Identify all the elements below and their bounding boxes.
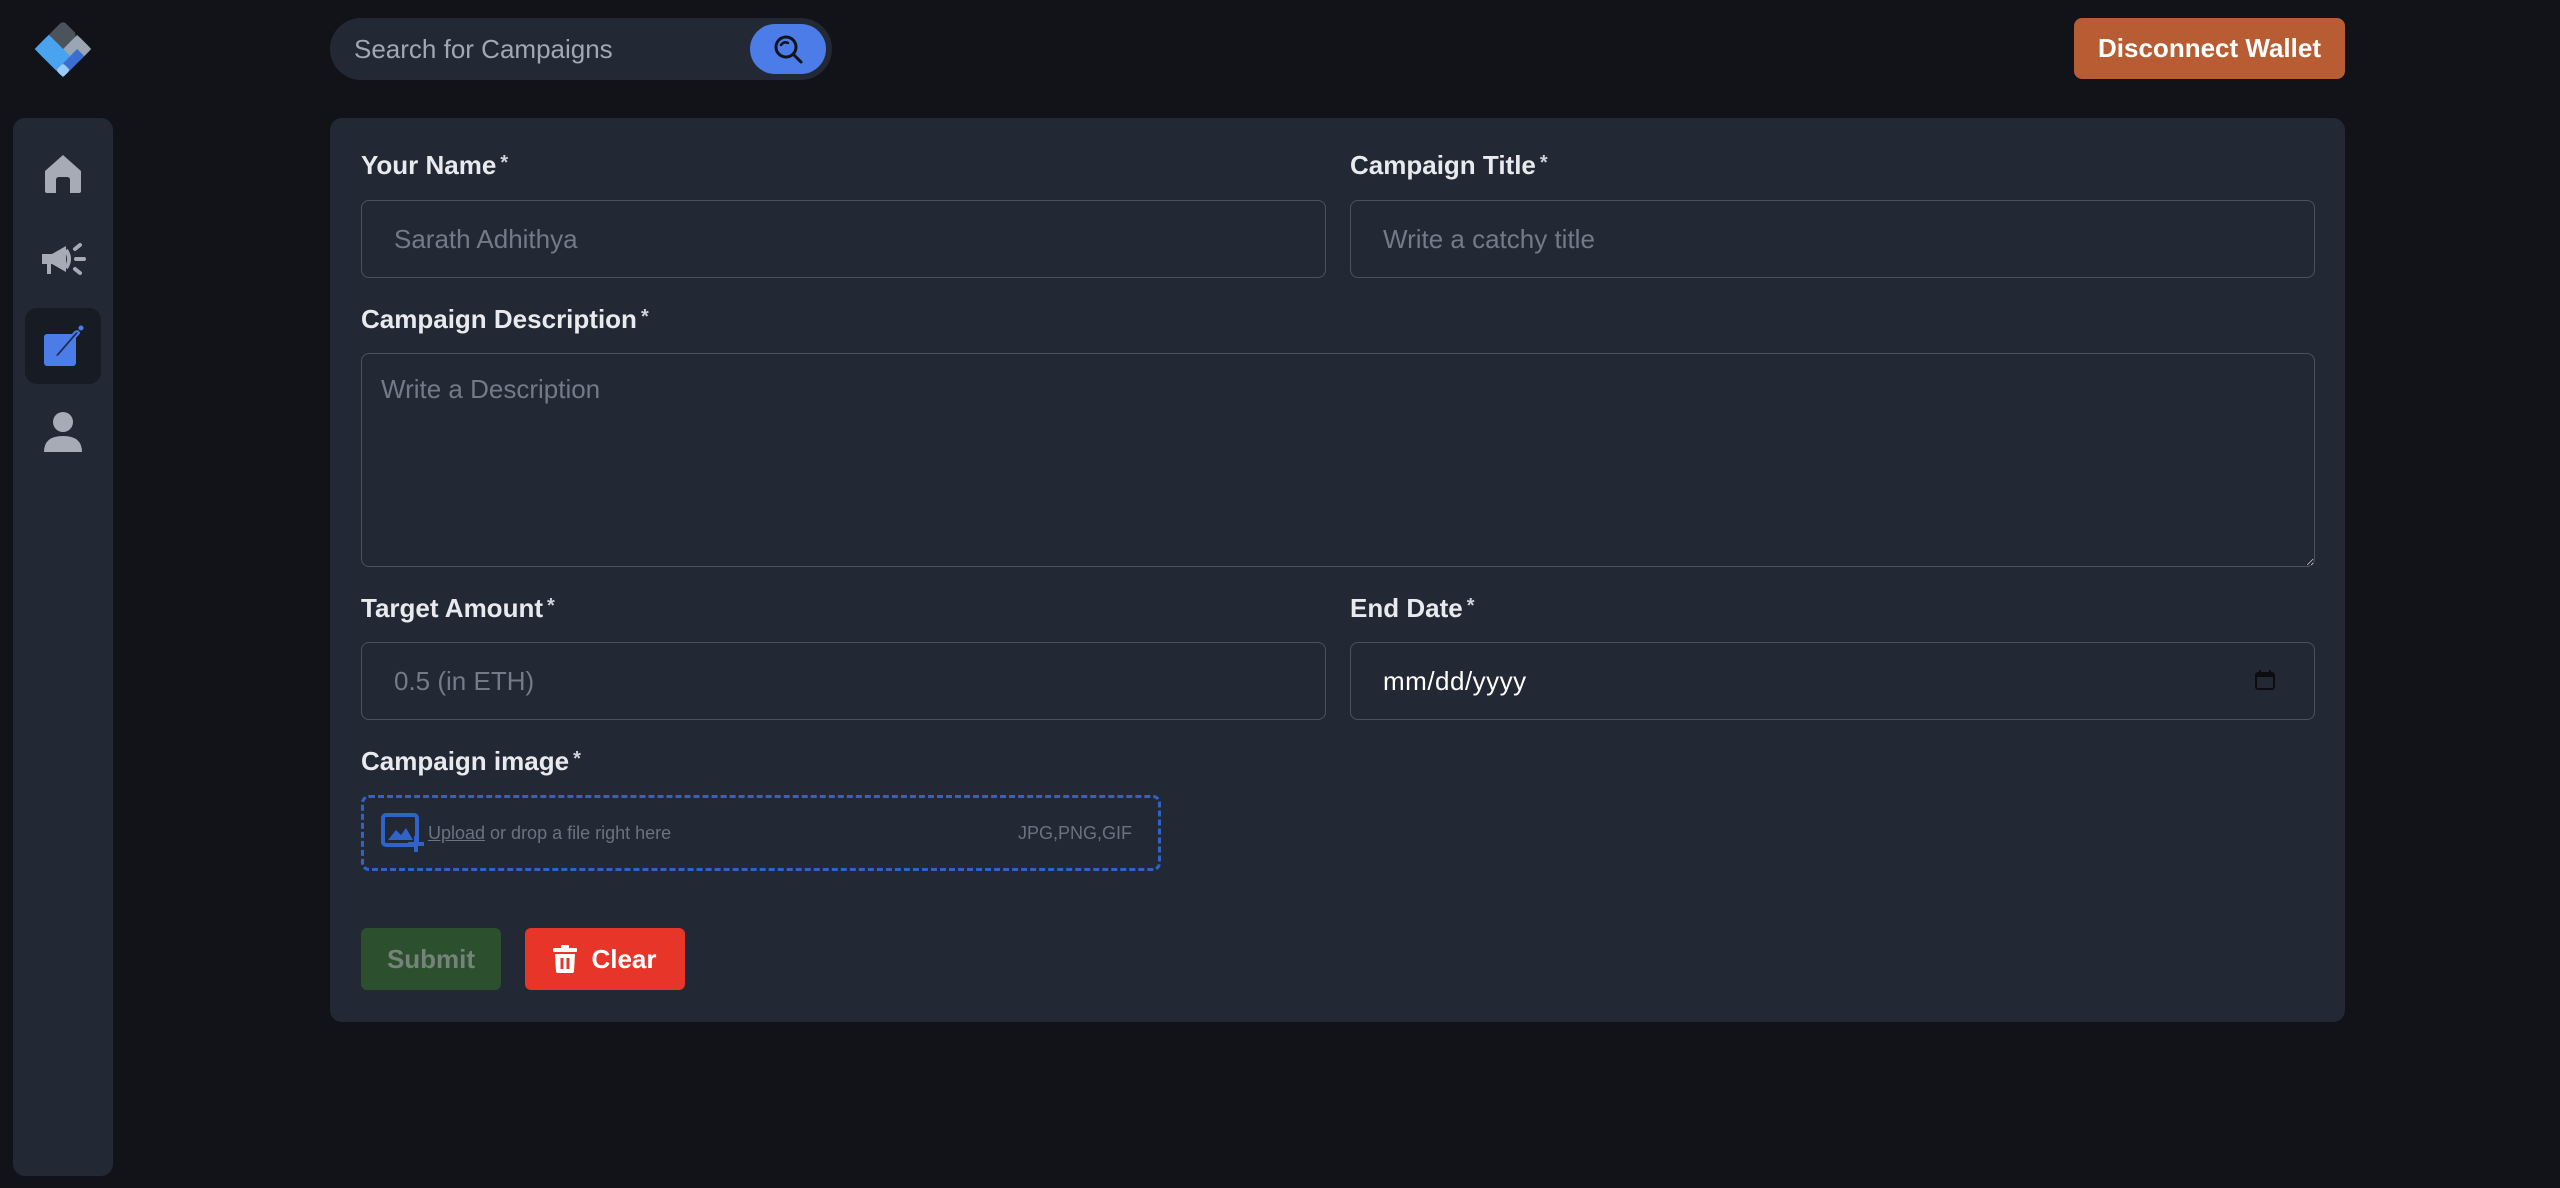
home-icon [45, 155, 81, 193]
search-bar [330, 18, 832, 80]
diamond-logo-icon [34, 22, 92, 78]
upload-instructions: Upload or drop a file right here [428, 823, 671, 844]
title-label-text: Campaign Title [1350, 150, 1536, 180]
search-button[interactable] [750, 24, 826, 74]
trash-icon [553, 945, 578, 973]
submit-button[interactable]: Submit [361, 928, 501, 990]
end-date-label-text: End Date [1350, 593, 1463, 623]
calendar-icon[interactable] [2254, 669, 2276, 691]
upload-link[interactable]: Upload [428, 823, 485, 843]
name-input[interactable] [361, 200, 1326, 278]
end-date-input[interactable]: mm/dd/yyyy [1350, 642, 2315, 720]
target-amount-input[interactable] [361, 642, 1326, 720]
add-image-icon [381, 813, 424, 852]
image-upload-dropzone[interactable]: Upload or drop a file right here JPG,PNG… [361, 795, 1161, 871]
user-icon [44, 412, 82, 452]
sidebar-item-profile[interactable] [25, 394, 101, 470]
accepted-file-types: JPG,PNG,GIF [1017, 823, 1132, 843]
description-label: Campaign Description * [361, 304, 649, 335]
required-mark: * [1539, 152, 1548, 174]
clear-button[interactable]: Clear [525, 928, 685, 990]
sidebar-item-home[interactable] [25, 136, 101, 212]
app-logo[interactable] [34, 20, 92, 78]
search-icon [774, 35, 803, 64]
description-label-text: Campaign Description [361, 304, 637, 334]
edit-icon [44, 325, 84, 366]
image-label-text: Campaign image [361, 746, 570, 776]
required-mark: * [547, 595, 555, 617]
required-mark: * [1466, 595, 1475, 617]
clear-label: Clear [591, 943, 657, 974]
end-date-placeholder: mm/dd/yyyy [1383, 665, 1527, 696]
target-amount-label: Target Amount * [361, 593, 555, 624]
title-input[interactable] [1350, 200, 2315, 278]
title-label: Campaign Title * [1350, 150, 1548, 181]
sidebar [13, 118, 113, 1176]
name-label-text: Your Name [361, 150, 497, 180]
sidebar-item-campaigns[interactable] [25, 222, 101, 298]
required-mark: * [640, 306, 649, 328]
disconnect-wallet-button[interactable]: Disconnect Wallet [2074, 18, 2345, 79]
campaign-image-label: Campaign image * [361, 746, 581, 777]
upload-hint: or drop a file right here [485, 822, 672, 843]
target-label-text: Target Amount [361, 593, 543, 623]
end-date-label: End Date * [1350, 593, 1474, 624]
megaphone-icon [42, 243, 86, 275]
description-textarea[interactable] [361, 353, 2315, 567]
name-label: Your Name * [361, 150, 508, 181]
required-mark: * [573, 748, 581, 770]
sidebar-item-create-campaign[interactable] [25, 308, 101, 384]
search-input[interactable] [330, 18, 750, 80]
create-campaign-form: Your Name* Campaign Title* Campaign Desc… [330, 118, 2345, 1022]
required-mark: * [500, 152, 509, 174]
